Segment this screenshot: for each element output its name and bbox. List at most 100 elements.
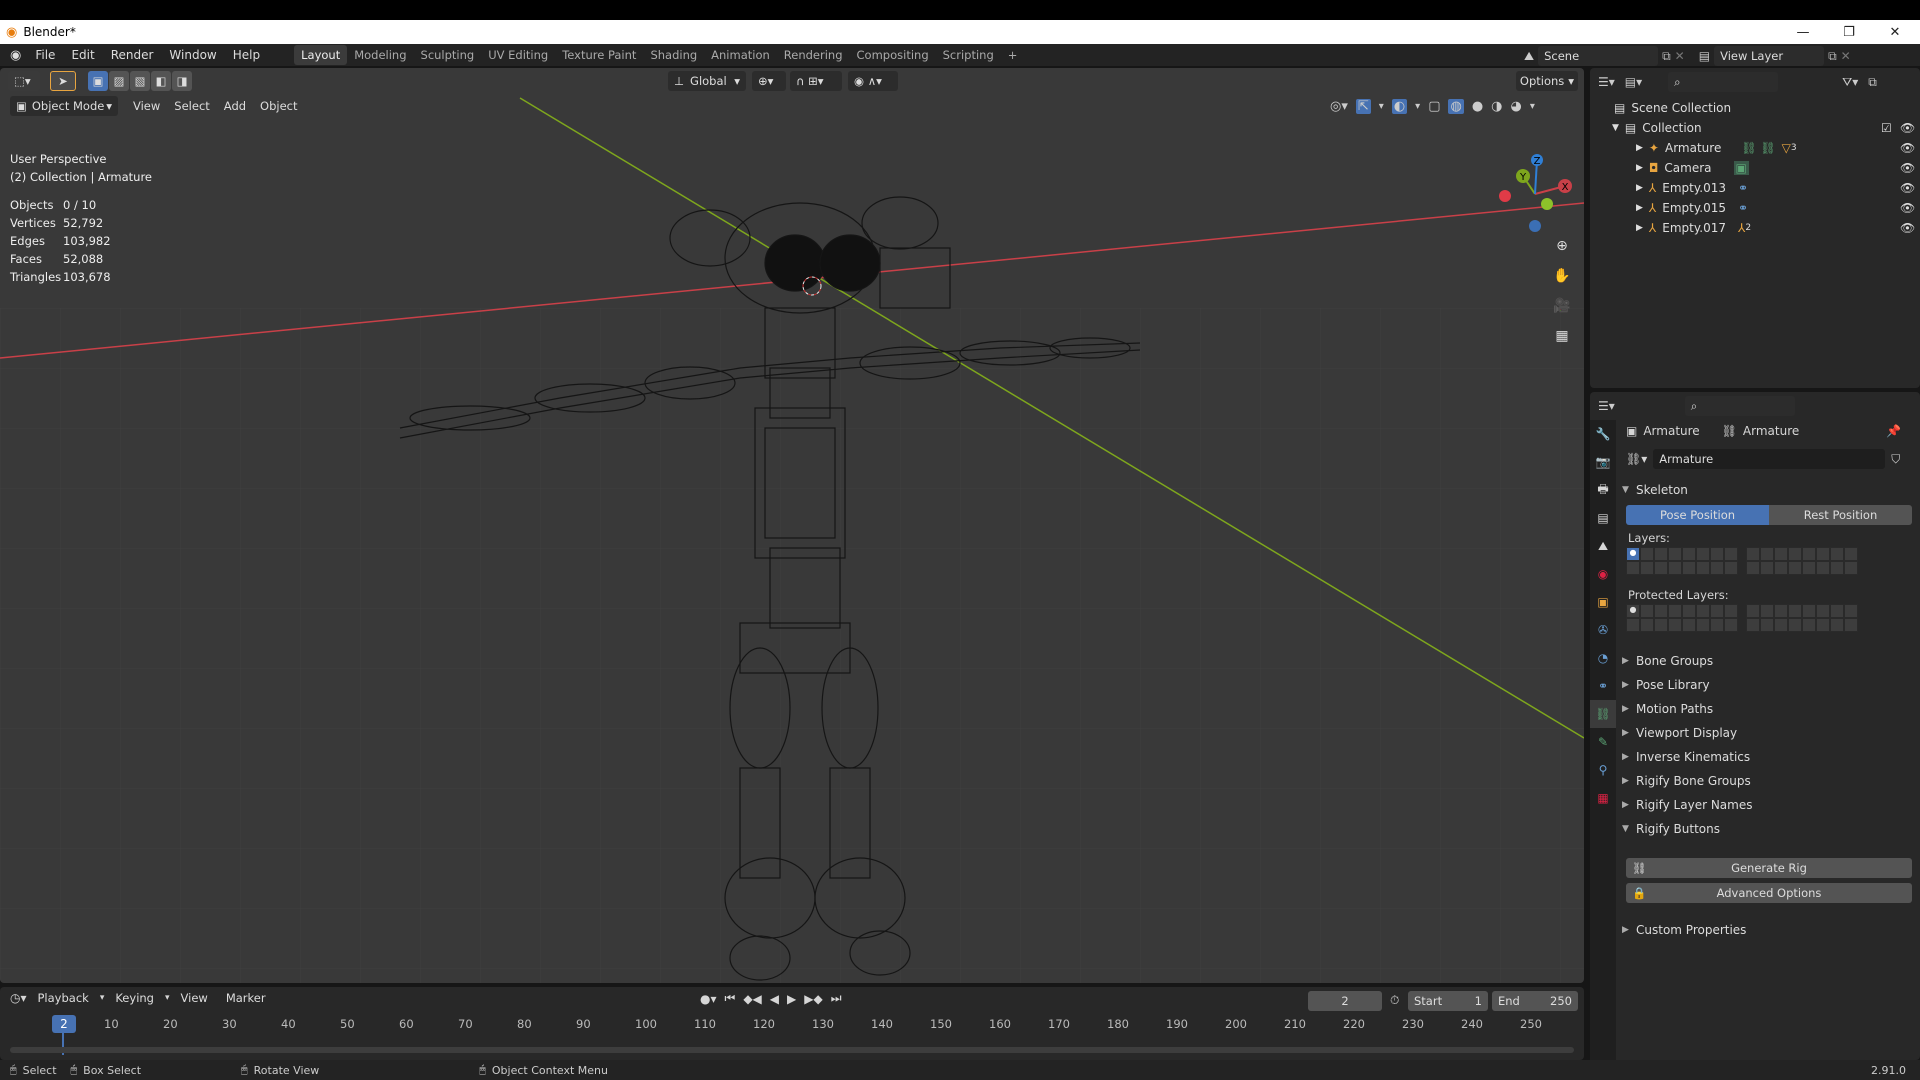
menu-window[interactable]: Window [161, 44, 224, 66]
xray-toggle-icon[interactable]: ▢ [1428, 99, 1440, 114]
tab-rendering[interactable]: Rendering [777, 45, 850, 65]
shading-options-icon[interactable]: ▾ [1530, 101, 1535, 112]
new-collection-icon[interactable]: ⧉ [1868, 75, 1877, 90]
current-frame-field[interactable]: 2 [1308, 991, 1382, 1011]
jump-end-icon[interactable]: ⏭ [831, 991, 842, 1006]
gizmo-neg-x-icon[interactable] [1499, 190, 1511, 202]
solid-shading-icon[interactable]: ● [1472, 99, 1483, 114]
scene-selector[interactable]: Scene [1538, 46, 1659, 66]
timeline-menu-keying[interactable]: Keying [108, 991, 161, 1005]
bone-constraint-tab-icon[interactable]: ⚲ [1590, 756, 1616, 784]
pan-hand-icon[interactable]: ✋ [1550, 264, 1574, 288]
object-tab-icon[interactable]: ▣ [1590, 588, 1616, 616]
tab-shading[interactable]: Shading [643, 45, 704, 65]
protected-layer-1[interactable]: ● [1626, 604, 1640, 618]
timeline-menu-playback[interactable]: Playback [31, 991, 96, 1005]
add-workspace-button[interactable]: + [1001, 45, 1025, 65]
menu-file[interactable]: File [27, 44, 63, 66]
tab-animation[interactable]: Animation [704, 45, 777, 65]
empty015-eye-icon[interactable]: 👁 [1900, 201, 1915, 215]
collection-eye-icon[interactable]: 👁 [1900, 121, 1915, 135]
mode-dropdown[interactable]: ▣ Object Mode ▾ [10, 96, 118, 116]
rigify-bone-groups-panel[interactable]: ▶ Rigify Bone Groups [1622, 770, 1916, 792]
filter-icon[interactable]: ⛛▾ [1842, 75, 1858, 90]
perspective-toggle-icon[interactable]: ▦ [1550, 324, 1574, 348]
inverse-kinematics-panel[interactable]: ▶ Inverse Kinematics [1622, 746, 1916, 768]
view-layer-selector[interactable]: View Layer [1714, 46, 1825, 66]
layers-grid[interactable]: ● [1626, 547, 1858, 575]
select-subtract-icon[interactable]: ▧ [130, 71, 150, 91]
generate-rig-button[interactable]: ⛓ Generate Rig [1626, 858, 1912, 878]
skeleton-panel-header[interactable]: ▼ Skeleton [1622, 479, 1916, 501]
new-scene-icon[interactable]: ⧉ [1662, 49, 1671, 64]
pin-icon[interactable]: 📌 [1886, 424, 1901, 438]
blender-menu-icon[interactable]: ◉ [10, 48, 21, 63]
menu-edit[interactable]: Edit [63, 44, 102, 66]
scene-icon[interactable]: ⛰ [1524, 49, 1534, 64]
outliner-editor-icon[interactable]: ☰▾ [1598, 75, 1615, 89]
tab-sculpting[interactable]: Sculpting [414, 45, 482, 65]
tab-modeling[interactable]: Modeling [347, 45, 413, 65]
jump-start-icon[interactable]: ⏮ [725, 991, 736, 1006]
outliner-search-input[interactable]: ⌕ [1668, 72, 1779, 92]
empty017-eye-icon[interactable]: 👁 [1900, 221, 1915, 235]
timeline-scrollbar[interactable] [10, 1047, 1574, 1053]
select-tool-button[interactable]: ➤ [50, 71, 76, 91]
options-dropdown[interactable]: Options ▾ [1516, 71, 1578, 91]
tool-tab-icon[interactable]: 🔧 [1590, 420, 1616, 448]
restore-button[interactable]: ❐ [1826, 20, 1872, 44]
outliner-item-empty015[interactable]: ▶ ⅄ Empty.015 ⚭ 👁 [1590, 198, 1920, 218]
view-layer-tab-icon[interactable]: ▤ [1590, 504, 1616, 532]
delete-view-layer-icon[interactable]: ✕ [1841, 49, 1851, 63]
camera-eye-icon[interactable]: 👁 [1900, 161, 1915, 175]
bone-tab-icon[interactable]: ✎ [1590, 728, 1616, 756]
layer-1-active[interactable]: ● [1626, 547, 1640, 561]
menu-help[interactable]: Help [225, 44, 268, 66]
viewport-menu-select[interactable]: Select [167, 99, 216, 113]
select-new-icon[interactable]: ▣ [88, 71, 108, 91]
armature-data-tab-icon[interactable]: ⛓ [1590, 700, 1616, 728]
delete-scene-icon[interactable]: ✕ [1675, 49, 1685, 63]
timeline-editor-icon[interactable]: ◷▾ [10, 991, 27, 1005]
render-tab-icon[interactable]: 📷 [1590, 448, 1616, 476]
expand-empty017-icon[interactable]: ▶ [1636, 223, 1643, 233]
play-icon[interactable]: ▶ [787, 992, 796, 1006]
modifier-tab-icon[interactable]: ✇ [1590, 616, 1616, 644]
tab-compositing[interactable]: Compositing [850, 45, 936, 65]
rigify-layer-names-panel[interactable]: ▶ Rigify Layer Names [1622, 794, 1916, 816]
select-extend-icon[interactable]: ▨ [109, 71, 129, 91]
expand-collection-icon[interactable]: ▼ [1612, 123, 1619, 133]
gizmo-neg-y-icon[interactable] [1541, 198, 1553, 210]
armature-datablock-icon[interactable]: ⛓▾ [1626, 452, 1647, 466]
texture-tab-icon[interactable]: ▦ [1590, 784, 1616, 812]
world-tab-icon[interactable]: ◉ [1590, 560, 1616, 588]
expand-empty013-icon[interactable]: ▶ [1636, 183, 1643, 193]
view-layer-icon[interactable]: ▤ [1699, 49, 1710, 63]
rest-position-button[interactable]: Rest Position [1769, 505, 1912, 525]
custom-properties-panel[interactable]: ▶ Custom Properties [1622, 919, 1916, 941]
zoom-icon[interactable]: ⊕ [1550, 234, 1574, 258]
viewport-menu-view[interactable]: View [126, 99, 167, 113]
3d-viewport[interactable]: ⬚▾ ➤ ▣ ▨ ▧ ◧ ◨ ⊥ Global ▾ ⊕▾ ∩ ⊞▾ ◉ ∧▾ Opt… [0, 68, 1584, 983]
timeline-ruler[interactable]: 10 20 30 40 50 60 70 80 90 100 110 120 130 140 150 160 1… [0, 1015, 1584, 1033]
bone-groups-panel[interactable]: ▶ Bone Groups [1622, 650, 1916, 672]
wireframe-shading-icon[interactable]: ◍ [1448, 98, 1464, 114]
pose-position-button[interactable]: Pose Position [1626, 505, 1769, 525]
rigify-buttons-panel[interactable]: ▼ Rigify Buttons [1622, 818, 1916, 840]
snap-dropdown[interactable]: ∩ ⊞▾ [790, 71, 842, 91]
pose-library-panel[interactable]: ▶ Pose Library [1622, 674, 1916, 696]
expand-armature-icon[interactable]: ▶ [1636, 143, 1643, 153]
transform-orientation-dropdown[interactable]: ⊥ Global ▾ [668, 71, 746, 91]
new-view-layer-icon[interactable]: ⧉ [1828, 49, 1837, 64]
select-invert-icon[interactable]: ◧ [151, 71, 171, 91]
overlay-toggle-icon[interactable]: ◐ [1391, 98, 1408, 114]
timeline-menu-marker[interactable]: Marker [219, 991, 273, 1005]
menu-render[interactable]: Render [103, 44, 162, 66]
protected-layers-grid[interactable]: ● [1626, 604, 1858, 632]
navigation-gizmo[interactable]: X Y Z [1495, 154, 1575, 234]
pivot-dropdown[interactable]: ⊕▾ [752, 71, 786, 91]
outliner-item-empty013[interactable]: ▶ ⅄ Empty.013 ⚭ 👁 [1590, 178, 1920, 198]
select-intersect-icon[interactable]: ◨ [172, 71, 192, 91]
minimize-button[interactable]: — [1780, 20, 1826, 44]
outliner-collection[interactable]: ▼ ▤ Collection ☑ 👁 [1590, 118, 1920, 138]
